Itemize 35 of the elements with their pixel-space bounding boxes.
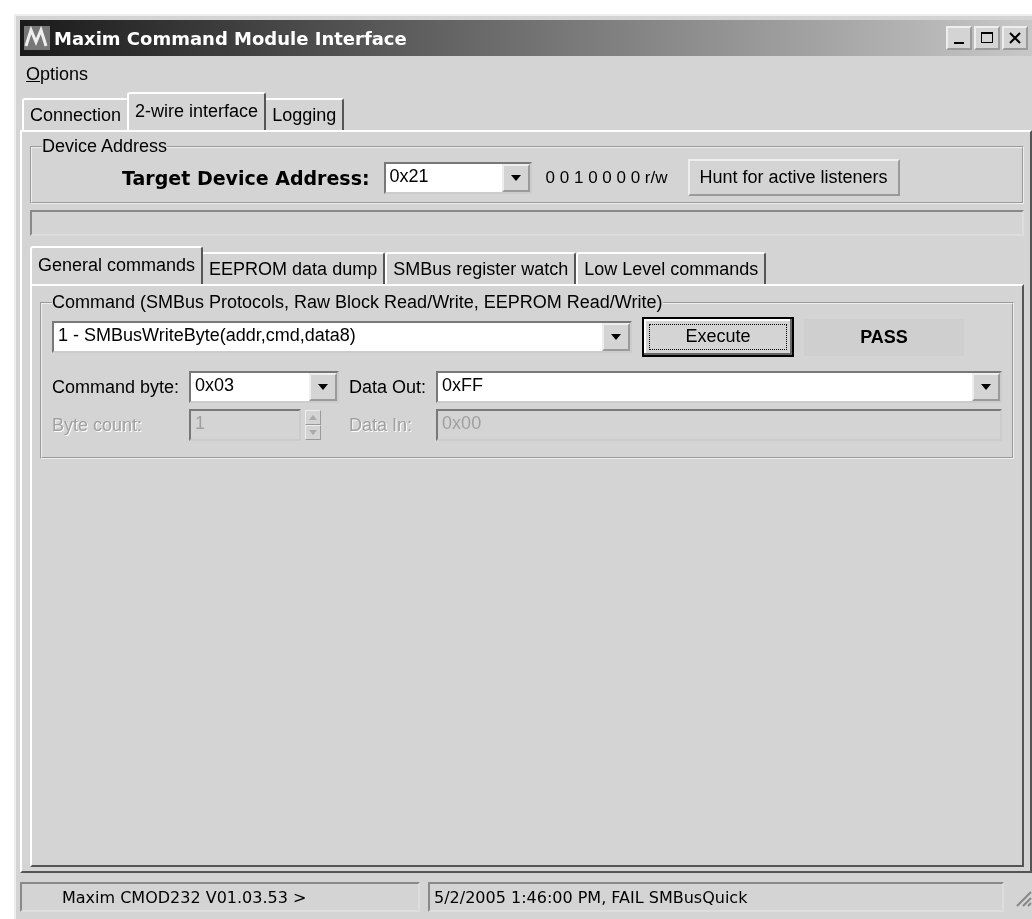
minimize-icon [954, 42, 964, 44]
tab[interactable]: Connection [22, 98, 130, 130]
close-button[interactable] [1002, 26, 1028, 50]
dropdown[interactable]: 0xFF [436, 371, 1002, 403]
result-text: PASS [804, 318, 964, 356]
command-dropdown[interactable]: 1 - SMBusWriteByte(addr,cmd,data8) [52, 321, 632, 353]
group-title: Device Address [42, 136, 168, 157]
status-text: Maxim CMOD232 V01.03.53 > [20, 882, 420, 912]
execute-button[interactable]: Execute [642, 317, 794, 357]
app-logo-icon [24, 26, 50, 50]
address-bits: 0 0 1 0 0 0 0 r/w [545, 167, 668, 188]
status-text: 5/2/2005 1:46:00 PM, FAIL SMBusQuick [428, 882, 1004, 912]
close-icon [1008, 31, 1022, 45]
address-dropdown[interactable]: 0x21 [383, 161, 532, 194]
field-label: Command byte: [52, 376, 180, 398]
minimize-button[interactable] [946, 26, 972, 50]
window-title: Maxim Command Module Interface [54, 27, 407, 49]
hunt-button[interactable]: Hunt for active listeners [687, 159, 900, 196]
tab[interactable]: Logging [264, 98, 345, 130]
tab[interactable]: General commands [30, 246, 204, 284]
caret-icon [980, 383, 992, 391]
caret-icon [610, 333, 622, 341]
group-title: Command (SMBus Protocols, Raw Block Read/Write, EEPROM Read/Write) [52, 292, 663, 313]
tab[interactable]: SMBus register watch [385, 252, 577, 284]
maximize-button[interactable] [974, 26, 1000, 50]
maximize-icon [980, 31, 994, 45]
tab[interactable]: EEPROM data dump [201, 252, 386, 284]
tab[interactable]: Low Level commands [576, 252, 767, 284]
dropdown[interactable]: 0x03 [189, 371, 340, 403]
caret-icon [317, 383, 330, 391]
field-label: Data Out: [349, 376, 427, 398]
tab[interactable]: 2-wire interface [127, 92, 267, 130]
menu-item[interactable]: Options [24, 63, 91, 85]
caret-icon [509, 173, 522, 182]
field-label: Target Device Address: [122, 166, 370, 189]
